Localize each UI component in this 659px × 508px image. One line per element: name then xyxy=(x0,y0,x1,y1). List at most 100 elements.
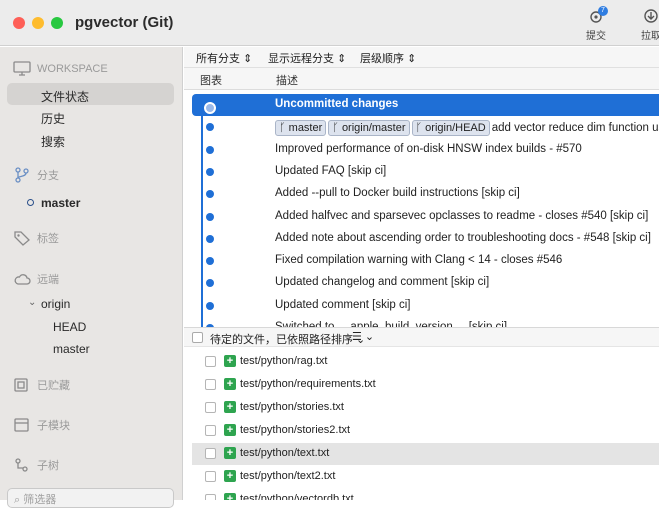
file-checkbox[interactable] xyxy=(205,448,216,459)
file-row[interactable]: + test/python/stories2.txt xyxy=(192,420,659,442)
file-row[interactable]: + test/python/text.txt xyxy=(192,443,659,465)
subtree-icon xyxy=(15,458,28,472)
file-row[interactable]: + test/python/stories.txt xyxy=(192,397,659,419)
commit-row[interactable]: Updated comment [skip ci] xyxy=(192,295,659,317)
sidebar-selection xyxy=(7,83,174,105)
minimize-window-button[interactable] xyxy=(32,17,44,29)
commit-message: Updated comment [skip ci] xyxy=(275,299,411,311)
workspace-header: WORKSPACE xyxy=(13,61,108,77)
commit-node xyxy=(206,123,214,132)
description-column-header[interactable]: 描述 xyxy=(276,72,298,88)
select-all-checkbox[interactable] xyxy=(192,332,203,343)
file-path: test/python/text2.txt xyxy=(240,470,336,482)
commit-message-text: Uncommitted changes xyxy=(275,98,399,110)
branches-header[interactable]: 分支 xyxy=(13,167,59,183)
graph-column-header[interactable]: 图表 xyxy=(200,72,222,88)
commit-node xyxy=(206,212,214,221)
cloud-icon xyxy=(14,274,31,285)
search-icon: ⌕ xyxy=(14,494,24,506)
commit-row[interactable]: Updated changelog and comment [skip ci] xyxy=(192,272,659,294)
file-path: test/python/requirements.txt xyxy=(240,378,376,390)
close-window-button[interactable] xyxy=(13,17,25,29)
file-path: test/python/stories.txt xyxy=(240,401,344,413)
file-checkbox[interactable] xyxy=(205,402,216,413)
title-bar: pgvector (Git) 7 提交 拉取 xyxy=(0,0,659,46)
file-checkbox[interactable] xyxy=(205,494,216,500)
branch-tag[interactable]: ᚴ master xyxy=(275,120,327,137)
tags-header[interactable]: 标签 xyxy=(13,230,59,246)
added-file-icon: + xyxy=(224,424,236,436)
commit-row[interactable]: Fixed compilation warning with Clang < 1… xyxy=(192,250,659,272)
updown-icon: ⇕ xyxy=(407,53,417,65)
commit-message: Updated FAQ [skip ci] xyxy=(275,165,386,177)
pull-button[interactable]: 拉取 xyxy=(633,8,659,42)
subtrees-header[interactable]: 子树 xyxy=(13,457,59,473)
commit-row[interactable]: Improved performance of on-disk HNSW ind… xyxy=(192,139,659,161)
commit-node xyxy=(206,257,214,266)
uncommitted-changes-row[interactable]: Uncommitted changes xyxy=(192,94,659,116)
sidebar-item-file-status[interactable]: 文件状态 xyxy=(41,88,89,105)
commit-message-text: add vector reduce dim function use xyxy=(491,122,659,135)
commit-row[interactable]: Added note about ascending order to trou… xyxy=(192,228,659,250)
window-title: pgvector (Git) xyxy=(75,14,174,31)
added-file-icon: + xyxy=(224,447,236,459)
commit-row[interactable]: Added halfvec and sparsevec opclasses to… xyxy=(192,206,659,228)
commit-row[interactable]: Updated FAQ [skip ci] xyxy=(192,161,659,183)
sidebar-item-search[interactable]: 搜索 xyxy=(41,133,65,150)
zoom-window-button[interactable] xyxy=(51,17,63,29)
sidebar-filter-input[interactable]: ⌕ 筛选器 xyxy=(7,488,174,508)
updown-icon: ⇕ xyxy=(243,53,253,65)
commit-message-text: Updated comment [skip ci] xyxy=(275,298,411,311)
file-path: test/python/rag.txt xyxy=(240,355,328,367)
order-dropdown[interactable]: 层级顺序 ⇕ xyxy=(360,50,416,66)
file-path: test/python/text.txt xyxy=(240,447,330,459)
all-branches-dropdown[interactable]: 所有分支 ⇕ xyxy=(196,50,252,66)
submodules-header[interactable]: 子模块 xyxy=(13,417,70,433)
pending-files-sort-dropdown[interactable]: 待定的文件，已依照路径排序 ⌄ xyxy=(210,331,365,347)
pull-label: 拉取 xyxy=(641,31,659,42)
sidebar-item-remote-head[interactable]: HEAD xyxy=(53,320,86,334)
file-checkbox[interactable] xyxy=(205,471,216,482)
commit-message: Updated changelog and comment [skip ci] xyxy=(275,276,489,288)
stash-icon xyxy=(14,378,28,392)
file-row[interactable]: + test/python/rag.txt xyxy=(192,351,659,373)
show-remote-dropdown[interactable]: 显示远程分支 ⇕ xyxy=(268,50,346,66)
branch-tag[interactable]: ᚴ origin/HEAD xyxy=(411,120,490,137)
file-checkbox[interactable] xyxy=(205,356,216,367)
file-row[interactable]: + test/python/text2.txt xyxy=(192,466,659,488)
list-view-icon[interactable]: ☰ ⌄ xyxy=(352,330,374,343)
commit-message-text: Improved performance of on-disk HNSW ind… xyxy=(275,142,582,155)
file-checkbox[interactable] xyxy=(205,425,216,436)
commit-row[interactable]: Switched to __apple_build_version__ [ski… xyxy=(192,317,659,327)
commit-node xyxy=(206,279,214,288)
commit-node xyxy=(206,145,214,154)
branch-tag[interactable]: ᚴ origin/master xyxy=(328,120,410,137)
remotes-header[interactable]: 远端 xyxy=(13,271,59,287)
added-file-icon: + xyxy=(224,378,236,390)
file-row[interactable]: + test/python/vectordb.txt xyxy=(192,489,659,500)
branch-icon: ᚴ xyxy=(332,122,342,135)
commit-node xyxy=(206,167,214,176)
commit-button[interactable]: 7 提交 xyxy=(578,6,614,42)
commit-list: Uncommitted changes ᚴ master ᚴ origin/mast… xyxy=(184,91,659,327)
branch-icon xyxy=(15,167,29,183)
stashes-header[interactable]: 已贮藏 xyxy=(13,377,70,393)
added-file-icon: + xyxy=(224,355,236,367)
chevron-down-icon[interactable]: ⌄ xyxy=(28,297,36,308)
added-file-icon: + xyxy=(224,470,236,482)
sidebar-item-branch-master[interactable]: master xyxy=(41,196,80,210)
file-row[interactable]: + test/python/requirements.txt xyxy=(192,374,659,396)
commit-message-text: Updated changelog and comment [skip ci] xyxy=(275,276,490,289)
sidebar-item-remote-master[interactable]: master xyxy=(53,342,90,356)
commit-node xyxy=(206,190,214,199)
sidebar-item-remote-origin[interactable]: origin xyxy=(41,297,70,311)
added-file-icon: + xyxy=(224,493,236,500)
sidebar-item-history[interactable]: 历史 xyxy=(41,110,65,127)
file-path: test/python/stories2.txt xyxy=(240,424,351,436)
sidebar: WORKSPACE 文件状态 历史 搜索 分支 master 标签 远端 ⌄ o… xyxy=(0,47,183,508)
commit-row[interactable]: ᚴ master ᚴ origin/master ᚴ origin/HEAD add … xyxy=(192,116,659,138)
file-checkbox[interactable] xyxy=(205,379,216,390)
commit-message-text: Added note about ascending order to trou… xyxy=(275,231,651,244)
submodule-icon xyxy=(14,418,29,432)
commit-row[interactable]: Added --pull to Docker build instruction… xyxy=(192,183,659,205)
